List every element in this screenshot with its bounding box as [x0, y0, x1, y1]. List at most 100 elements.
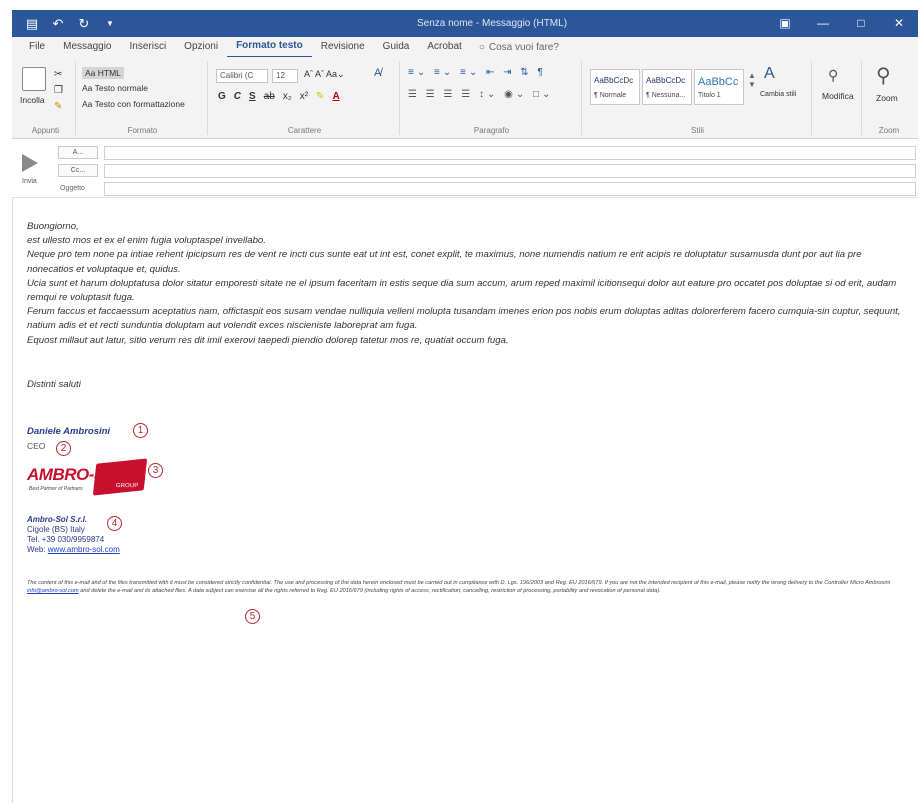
group-stili: AaBbCcDc ¶ Normale AaBbCcDc ¶ Nessuna...…: [584, 61, 812, 135]
to-field[interactable]: [104, 146, 916, 160]
tab-inserisci[interactable]: Inserisci: [120, 37, 175, 57]
style-normale[interactable]: AaBbCcDc ¶ Normale: [590, 69, 640, 105]
tab-acrobat[interactable]: Acrobat: [418, 37, 470, 57]
tell-me-label: Cosa vuoi fare?: [488, 41, 559, 53]
send-button[interactable]: Invia: [18, 150, 48, 194]
ribbon-display-icon[interactable]: ▣: [766, 10, 804, 37]
send-label: Invia: [22, 178, 37, 185]
tab-revisione[interactable]: Revisione: [312, 37, 374, 57]
message-paragraph: est ullesto mos et ex el enim fugia volu…: [27, 235, 266, 247]
closing-text: Distinti saluti: [27, 379, 81, 390]
strikethrough-icon[interactable]: ab: [264, 91, 275, 102]
cc-field[interactable]: [104, 164, 916, 178]
group-label-formato: Formato: [127, 126, 158, 135]
web-link[interactable]: www.ambro-sol.com: [48, 545, 120, 554]
customize-toolbar-icon[interactable]: ▼: [102, 16, 118, 32]
font-size-select[interactable]: 12: [272, 69, 298, 83]
format-rtf-button[interactable]: Aa Testo con formattazione: [82, 99, 185, 109]
format-painter-icon[interactable]: ✎: [54, 101, 62, 112]
styles-scroll-icon[interactable]: ▲ ▼: [748, 71, 756, 89]
group-formato: Aa HTML Aa Testo normale Aa Testo con fo…: [78, 61, 208, 135]
window-controls: ▣ — □ ✕: [766, 10, 918, 37]
message-paragraph: Ferum faccus et faccaessum aceptatius na…: [27, 306, 901, 332]
italic-button[interactable]: C: [234, 91, 241, 102]
message-paragraph: Neque pro tem none pa intiae rehent ipic…: [27, 249, 862, 275]
quick-access-toolbar: ▤ ↶ ↻ ▼: [12, 16, 212, 32]
undo-icon[interactable]: ↶: [50, 16, 66, 32]
cc-button[interactable]: Cc...: [58, 164, 98, 177]
ribbon-tabs: File Messaggio Inserisci Opzioni Formato…: [12, 36, 918, 58]
save-icon[interactable]: ▤: [24, 16, 40, 32]
style-name: ¶ Normale: [594, 92, 627, 99]
zoom-button[interactable]: Zoom: [876, 93, 898, 103]
callout-3: 3: [148, 463, 163, 478]
disclaimer-text: The content of this e-mail and of the fi…: [27, 580, 907, 595]
underline-button[interactable]: S: [249, 91, 256, 102]
callout-1: 1: [133, 423, 148, 438]
edit-button[interactable]: Modifica: [822, 91, 854, 101]
style-sample: AaBbCc: [698, 76, 739, 88]
company-info: Ambro-Sol S.r.l. Cigole (BS) Italy Tel. …: [27, 515, 120, 555]
redo-icon[interactable]: ↻: [76, 16, 92, 32]
grow-shrink-font-icon[interactable]: Aˆ Aˇ Aa⌄: [304, 69, 345, 80]
copy-icon[interactable]: ❐: [54, 85, 63, 96]
message-body[interactable]: Buongiorno, est ullesto mos et ex el eni…: [12, 199, 918, 803]
format-buttons-row: G C S ab x₂ x² ✎ A: [218, 91, 340, 102]
change-styles-icon[interactable]: A: [764, 65, 775, 83]
group-label-zoom: Zoom: [878, 126, 900, 135]
callout-2: 2: [56, 441, 71, 456]
message-paragraph: Ucia sunt et harum doluptatusa dolor sit…: [27, 277, 897, 304]
callout-5: 5: [245, 609, 260, 624]
web-label: Web:: [27, 545, 46, 554]
superscript-icon[interactable]: x²: [300, 91, 308, 102]
clear-format-icon[interactable]: A̸: [374, 67, 381, 79]
format-plain-button[interactable]: Aa Testo normale: [82, 83, 148, 93]
bold-button[interactable]: G: [218, 91, 226, 102]
tab-guida[interactable]: Guida: [374, 37, 419, 57]
group-label-paragrafo: Paragrafo: [473, 126, 510, 135]
style-nessuna[interactable]: AaBbCcDc ¶ Nessuna...: [642, 69, 692, 105]
font-color-icon[interactable]: A: [332, 91, 339, 102]
tab-opzioni[interactable]: Opzioni: [175, 37, 227, 57]
paste-button[interactable]: Incolla: [20, 95, 45, 105]
subject-label: Oggetto: [60, 185, 85, 192]
subscript-icon[interactable]: x₂: [283, 91, 292, 102]
tell-me-search[interactable]: ○ Cosa vuoi fare?: [471, 42, 559, 53]
tab-file[interactable]: File: [20, 37, 54, 57]
align-buttons-icon[interactable]: ☰ ☰ ☰ ☰ ↕⌄ ◉⌄ □⌄: [408, 89, 553, 100]
window-title: Senza nome - Messaggio (HTML): [416, 18, 568, 29]
highlight-icon[interactable]: ✎: [316, 91, 324, 102]
group-modifica: ⚲ Modifica: [814, 61, 862, 135]
change-styles-button[interactable]: Cambia stili: [760, 91, 804, 99]
subject-field[interactable]: [104, 182, 916, 196]
zoom-icon[interactable]: ⚲: [876, 63, 891, 88]
company-logo: GROUP AMBRO-SOL Best Partner of Partners: [27, 458, 148, 496]
to-button[interactable]: A...: [58, 146, 98, 159]
company-phone: Tel. +39 030/9959874: [27, 535, 105, 544]
font-name-select[interactable]: Calibri (C: [216, 69, 268, 83]
list-buttons-icon[interactable]: ≡⌄ ≡⌄ ≡⌄ ⇤ ⇥ ⇅ ¶: [408, 67, 546, 78]
style-name: Titolo 1: [698, 92, 721, 99]
cut-icon[interactable]: ✂: [54, 69, 62, 80]
company-name: Ambro-Sol S.r.l.: [27, 515, 88, 524]
style-titolo1[interactable]: AaBbCc Titolo 1: [694, 69, 744, 105]
lightbulb-icon: ○: [478, 41, 485, 53]
close-button[interactable]: ✕: [880, 10, 918, 37]
maximize-button[interactable]: □: [842, 10, 880, 37]
minimize-button[interactable]: —: [804, 10, 842, 37]
disclaimer-email-link[interactable]: info@ambro-sol.com: [27, 588, 79, 594]
paste-icon[interactable]: [22, 67, 46, 91]
format-html-button[interactable]: Aa HTML: [82, 67, 124, 79]
logo-text: AMBRO-SOL: [27, 465, 128, 484]
ribbon: Incolla ✂ ❐ ✎ Appunti Aa HTML Aa Testo n…: [12, 57, 918, 139]
group-appunti: Incolla ✂ ❐ ✎ Appunti: [16, 61, 76, 135]
company-web: Web: www.ambro-sol.com: [27, 545, 120, 555]
send-icon: [22, 154, 38, 172]
find-icon[interactable]: ⚲: [828, 67, 838, 84]
message-text: Buongiorno, est ullesto mos et ex el eni…: [27, 220, 907, 348]
tab-messaggio[interactable]: Messaggio: [54, 37, 120, 57]
tab-formato-testo[interactable]: Formato testo: [227, 36, 312, 58]
title-bar: ▤ ↶ ↻ ▼ Senza nome - Messaggio (HTML) ▣ …: [12, 10, 918, 37]
disclaimer-part-2: and delete the e-mail and its attached f…: [80, 587, 661, 594]
style-name: ¶ Nessuna...: [646, 92, 686, 99]
